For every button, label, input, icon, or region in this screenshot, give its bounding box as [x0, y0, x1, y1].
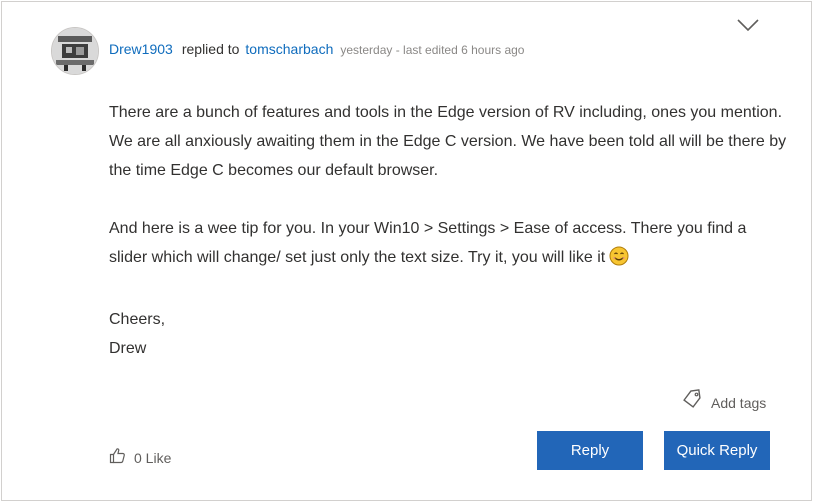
quick-reply-button[interactable]: Quick Reply: [664, 431, 770, 470]
add-tags-button[interactable]: Add tags: [681, 388, 767, 414]
like-count: 0 Like: [134, 450, 172, 466]
avatar[interactable]: [51, 27, 99, 75]
replied-to-text: replied to: [181, 41, 240, 57]
smiling-face-emoji-icon: [609, 246, 629, 276]
message-signoff: Cheers, Drew: [109, 305, 789, 363]
reply-target-link[interactable]: tomscharbach: [245, 41, 333, 57]
message-paragraph: There are a bunch of features and tools …: [109, 104, 787, 179]
thumbs-up-icon: [109, 447, 126, 469]
chevron-down-icon[interactable]: [736, 16, 760, 34]
message-body: There are a bunch of features and tools …: [109, 98, 789, 363]
post-timestamp: yesterday - last edited 6 hours ago: [340, 43, 525, 57]
author-link[interactable]: Drew1903: [109, 41, 173, 57]
message-paragraph-tip: And here is a wee tip for you. In your W…: [109, 214, 789, 276]
post-header: Drew1903 replied to tomscharbach yesterday …: [109, 40, 524, 59]
add-tags-label: Add tags: [711, 395, 767, 411]
signoff-line: Cheers,: [109, 311, 166, 328]
message-paragraph-text: And here is a wee tip for you. In your W…: [109, 220, 747, 266]
reply-button[interactable]: Reply: [537, 431, 643, 470]
like-button[interactable]: 0 Like: [109, 447, 171, 469]
tag-icon: [681, 388, 703, 414]
signoff-name: Drew: [109, 340, 147, 357]
message-card: Drew1903 replied to tomscharbach yesterday …: [1, 1, 812, 501]
